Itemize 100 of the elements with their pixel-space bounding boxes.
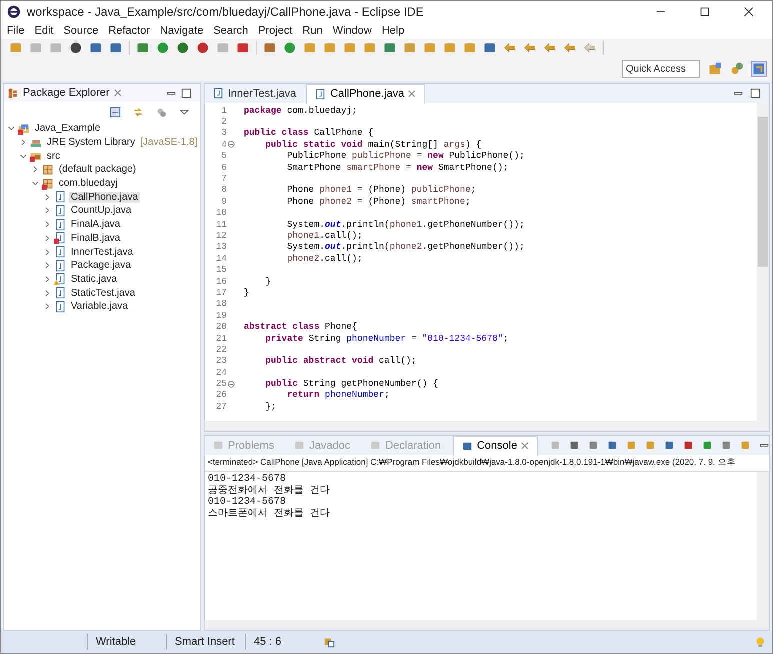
code-line: public static void main(String[] args) {: [264, 140, 482, 150]
line-number: 8: [220, 185, 227, 196]
collapsed-chevron-icon[interactable]: [20, 139, 27, 146]
collapsed-chevron-icon[interactable]: [44, 276, 51, 283]
code-line: PublicPhone publicPhone = new PublicPhone();: [286, 151, 525, 162]
menu-item[interactable]: Search: [214, 25, 248, 37]
package-explorer-icon: [8, 88, 19, 98]
tree-item[interactable]: InnerTest.java: [69, 246, 136, 258]
maximize-icon[interactable]: [700, 7, 710, 17]
collapsed-chevron-icon[interactable]: [44, 234, 51, 242]
menu-item[interactable]: Refactor: [108, 25, 150, 37]
maximize-icon[interactable]: [750, 88, 761, 99]
collapsed-chevron-icon[interactable]: [44, 290, 51, 297]
line-number: 14: [215, 254, 227, 264]
line-number: 1: [220, 106, 227, 116]
line-number: 25: [215, 379, 227, 390]
line-number: 4: [220, 140, 227, 150]
tree-item[interactable]: CallPhone.java: [69, 192, 140, 203]
tree-item[interactable]: com.bluedayj: [57, 178, 120, 190]
menu-item[interactable]: Edit: [34, 25, 54, 37]
tree-item[interactable]: CountUp.java: [69, 205, 134, 216]
quick-access-field[interactable]: Quick Access: [622, 60, 700, 78]
status-field: 45 : 6: [245, 634, 324, 650]
collapsed-chevron-icon[interactable]: [44, 207, 51, 214]
editor-tab[interactable]: CallPhone.java: [306, 84, 426, 104]
code-line: abstract class Phone{: [244, 322, 358, 332]
tree-item[interactable]: (default package): [57, 164, 138, 176]
line-number: 7: [220, 174, 227, 184]
menu-item[interactable]: Help: [382, 25, 405, 37]
line-number: 27: [215, 402, 227, 412]
line-number: 6: [220, 162, 227, 173]
vertical-scrollbar[interactable]: [757, 472, 769, 620]
close-icon[interactable]: [744, 7, 754, 17]
line-number: 11: [215, 220, 227, 230]
expanded-chevron-icon[interactable]: [20, 152, 27, 160]
code-line: SmartPhone smartPhone = new SmartPhone();: [286, 162, 509, 173]
line-number: 20: [215, 322, 227, 332]
maximize-icon[interactable]: [181, 88, 192, 98]
line-number: 19: [215, 310, 227, 321]
code-line: private String phoneNumber = "010-1234-5678";: [264, 334, 509, 344]
menu-item[interactable]: Project: [258, 25, 293, 37]
horizontal-scrollbar[interactable]: [205, 620, 769, 630]
collapsed-chevron-icon[interactable]: [32, 166, 39, 174]
editor-tab[interactable]: InnerTest.java: [205, 84, 304, 103]
line-number: 22: [215, 344, 227, 355]
collapse-all-icon[interactable]: [110, 106, 121, 118]
line-number: 18: [215, 299, 227, 310]
scrollbar-thumb[interactable]: [758, 117, 768, 267]
code-line: phone2.call();: [286, 254, 363, 264]
tree-item[interactable]: FinalA.java: [69, 219, 122, 230]
menu-item[interactable]: Window: [332, 25, 372, 37]
library-version: [JavaSE-1.8]: [140, 137, 198, 148]
line-number: 24: [215, 368, 227, 378]
tree-item[interactable]: Static.java: [69, 274, 120, 285]
back-icon[interactable]: [563, 41, 577, 55]
line-number: 10: [215, 208, 227, 218]
tree-item[interactable]: StaticTest.java: [69, 288, 138, 299]
forward-icon[interactable]: [583, 41, 597, 55]
back-icon[interactable]: [543, 41, 557, 55]
tree-item[interactable]: FinalB.java: [69, 232, 122, 244]
expanded-chevron-icon[interactable]: [8, 125, 15, 132]
fold-icon[interactable]: [228, 141, 235, 148]
line-number: 5: [220, 151, 227, 162]
console-output-line: 010-1234-5678: [208, 474, 288, 486]
line-number: 9: [220, 196, 227, 207]
vertical-scrollbar[interactable]: [757, 103, 769, 421]
collapsed-chevron-icon[interactable]: [44, 262, 51, 270]
menu-item[interactable]: Run: [302, 25, 323, 37]
menu-item[interactable]: Source: [64, 25, 99, 37]
filter-icon[interactable]: [156, 106, 167, 118]
line-number: 15: [215, 265, 227, 276]
tree-item[interactable]: Variable.java: [69, 301, 130, 312]
tree-item[interactable]: Java_Example: [33, 123, 103, 134]
collapsed-chevron-icon[interactable]: [44, 221, 51, 228]
collapsed-chevron-icon[interactable]: [44, 248, 51, 256]
fold-icon[interactable]: [228, 380, 235, 388]
horizontal-scrollbar[interactable]: [205, 421, 769, 431]
run-icon[interactable]: [156, 41, 170, 55]
window-title: workspace - Java_Example/src/com/bluedayj/CallPhone.java - Eclipse IDE: [27, 5, 425, 19]
console-output-line: 010-1234-5678: [208, 497, 288, 508]
code-line: phone1.call();: [286, 230, 363, 241]
collapsed-chevron-icon[interactable]: [44, 194, 51, 201]
code-line: System.out.println(phone1.getPhoneNumber());: [286, 220, 525, 230]
java-perspective-icon[interactable]: [752, 62, 766, 76]
expanded-chevron-icon[interactable]: [32, 180, 39, 188]
console-header: <terminated> CallPhone [Java Application] C:₩Program Files₩ojdkbuild₩java-1.8.0-openjdk-1.8.0.191-1₩bin₩javaw.exe (2020. 7. 9. 오후: [205, 455, 769, 472]
code-line: return phoneNumber;: [286, 390, 390, 400]
tree-item[interactable]: JRE System Library: [45, 137, 138, 148]
line-number: 17: [215, 288, 227, 298]
line-number: 13: [215, 242, 227, 252]
tree-item[interactable]: src: [45, 150, 62, 162]
menu-item[interactable]: Navigate: [160, 25, 204, 37]
eclipse-logo-icon: [7, 5, 21, 19]
code-line: public class CallPhone {: [244, 128, 374, 138]
code-line: }: [244, 288, 250, 298]
menu-item[interactable]: File: [7, 25, 25, 37]
tree-item[interactable]: Package.java: [69, 260, 134, 272]
collapsed-chevron-icon[interactable]: [44, 303, 51, 310]
view-tab[interactable]: Console: [453, 436, 538, 456]
line-number: 3: [220, 128, 227, 138]
